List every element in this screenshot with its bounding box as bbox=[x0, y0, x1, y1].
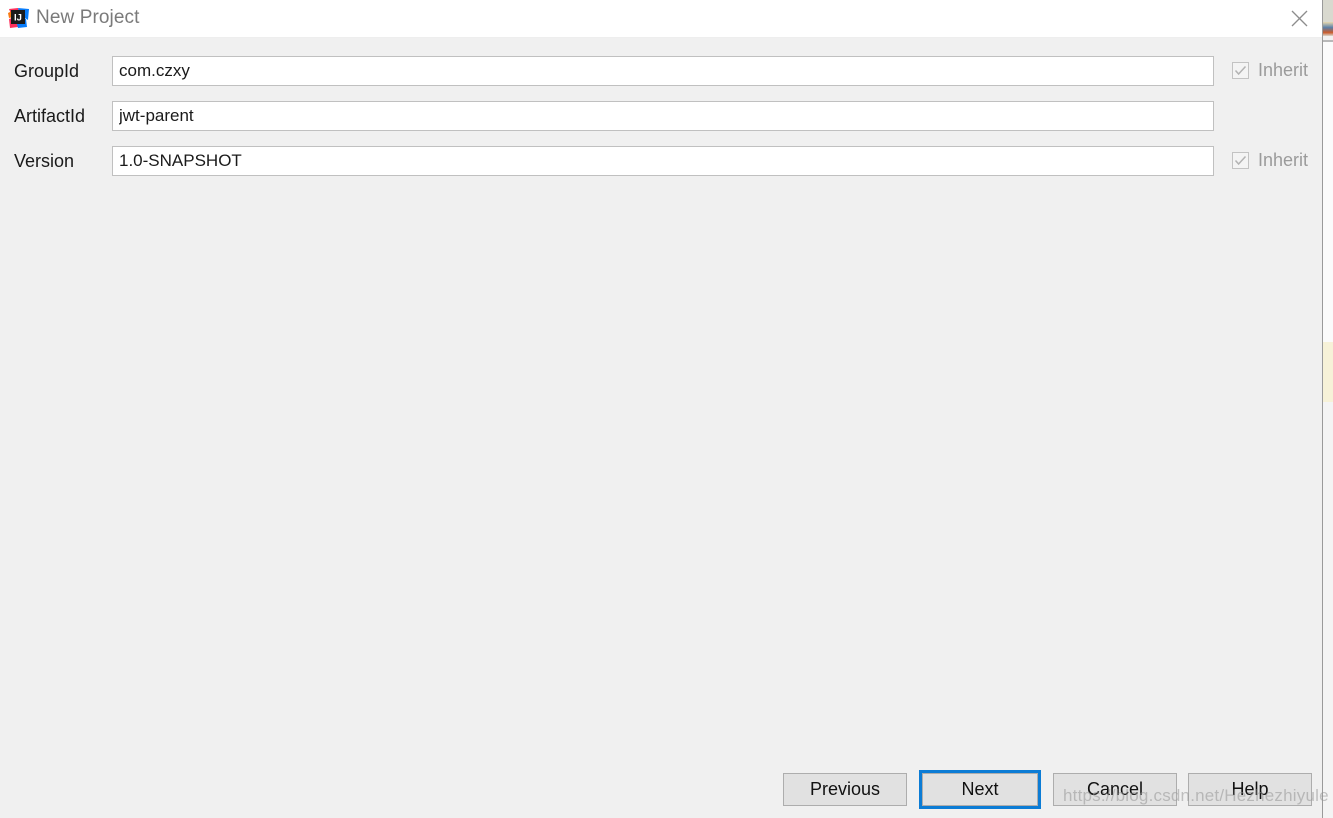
groupid-inherit-checkbox[interactable]: Inherit bbox=[1232, 59, 1308, 81]
previous-button[interactable]: Previous bbox=[783, 773, 907, 806]
background-window-body-strip bbox=[1322, 42, 1333, 342]
close-icon[interactable] bbox=[1276, 0, 1322, 37]
field-row-artifactid: ArtifactId bbox=[0, 101, 1322, 131]
version-inherit-checkbox[interactable]: Inherit bbox=[1232, 149, 1308, 171]
background-window-highlight-strip bbox=[1322, 342, 1333, 402]
background-window-titlebar-strip bbox=[1322, 0, 1333, 22]
background-window-edge-line bbox=[1322, 0, 1323, 818]
version-label: Version bbox=[14, 151, 75, 171]
artifactid-input[interactable] bbox=[112, 101, 1214, 131]
next-button[interactable]: Next bbox=[922, 773, 1038, 806]
groupid-inherit-label: Inherit bbox=[1258, 60, 1309, 80]
checkmark-icon bbox=[1232, 151, 1249, 169]
field-row-version: Version Inherit bbox=[0, 146, 1322, 176]
version-inherit-label: Inherit bbox=[1258, 150, 1309, 170]
background-window-lower-strip bbox=[1322, 402, 1333, 818]
background-window-sliver bbox=[1322, 0, 1333, 818]
new-project-dialog: IJ New Project GroupId com.czxy Inherit … bbox=[0, 0, 1329, 818]
new-project-dialog-screen: IJ New Project GroupId com.czxy Inherit … bbox=[0, 0, 1333, 818]
help-button[interactable]: Help bbox=[1188, 773, 1312, 806]
cancel-button[interactable]: Cancel bbox=[1053, 773, 1177, 806]
background-window-toolbar-strip bbox=[1322, 22, 1333, 36]
field-row-groupid: GroupId Inherit bbox=[0, 56, 1322, 86]
artifactid-label: ArtifactId bbox=[14, 106, 86, 126]
titlebar-separator bbox=[0, 37, 1322, 38]
intellij-idea-logo-icon: IJ bbox=[8, 7, 30, 29]
groupid-label: GroupId bbox=[14, 61, 80, 81]
version-input[interactable] bbox=[112, 146, 1214, 176]
dialog-title: New Project bbox=[36, 7, 140, 28]
svg-text:IJ: IJ bbox=[14, 13, 22, 24]
dialog-titlebar: IJ New Project bbox=[0, 0, 1322, 38]
checkmark-icon bbox=[1232, 61, 1249, 79]
groupid-input[interactable] bbox=[112, 56, 1214, 86]
